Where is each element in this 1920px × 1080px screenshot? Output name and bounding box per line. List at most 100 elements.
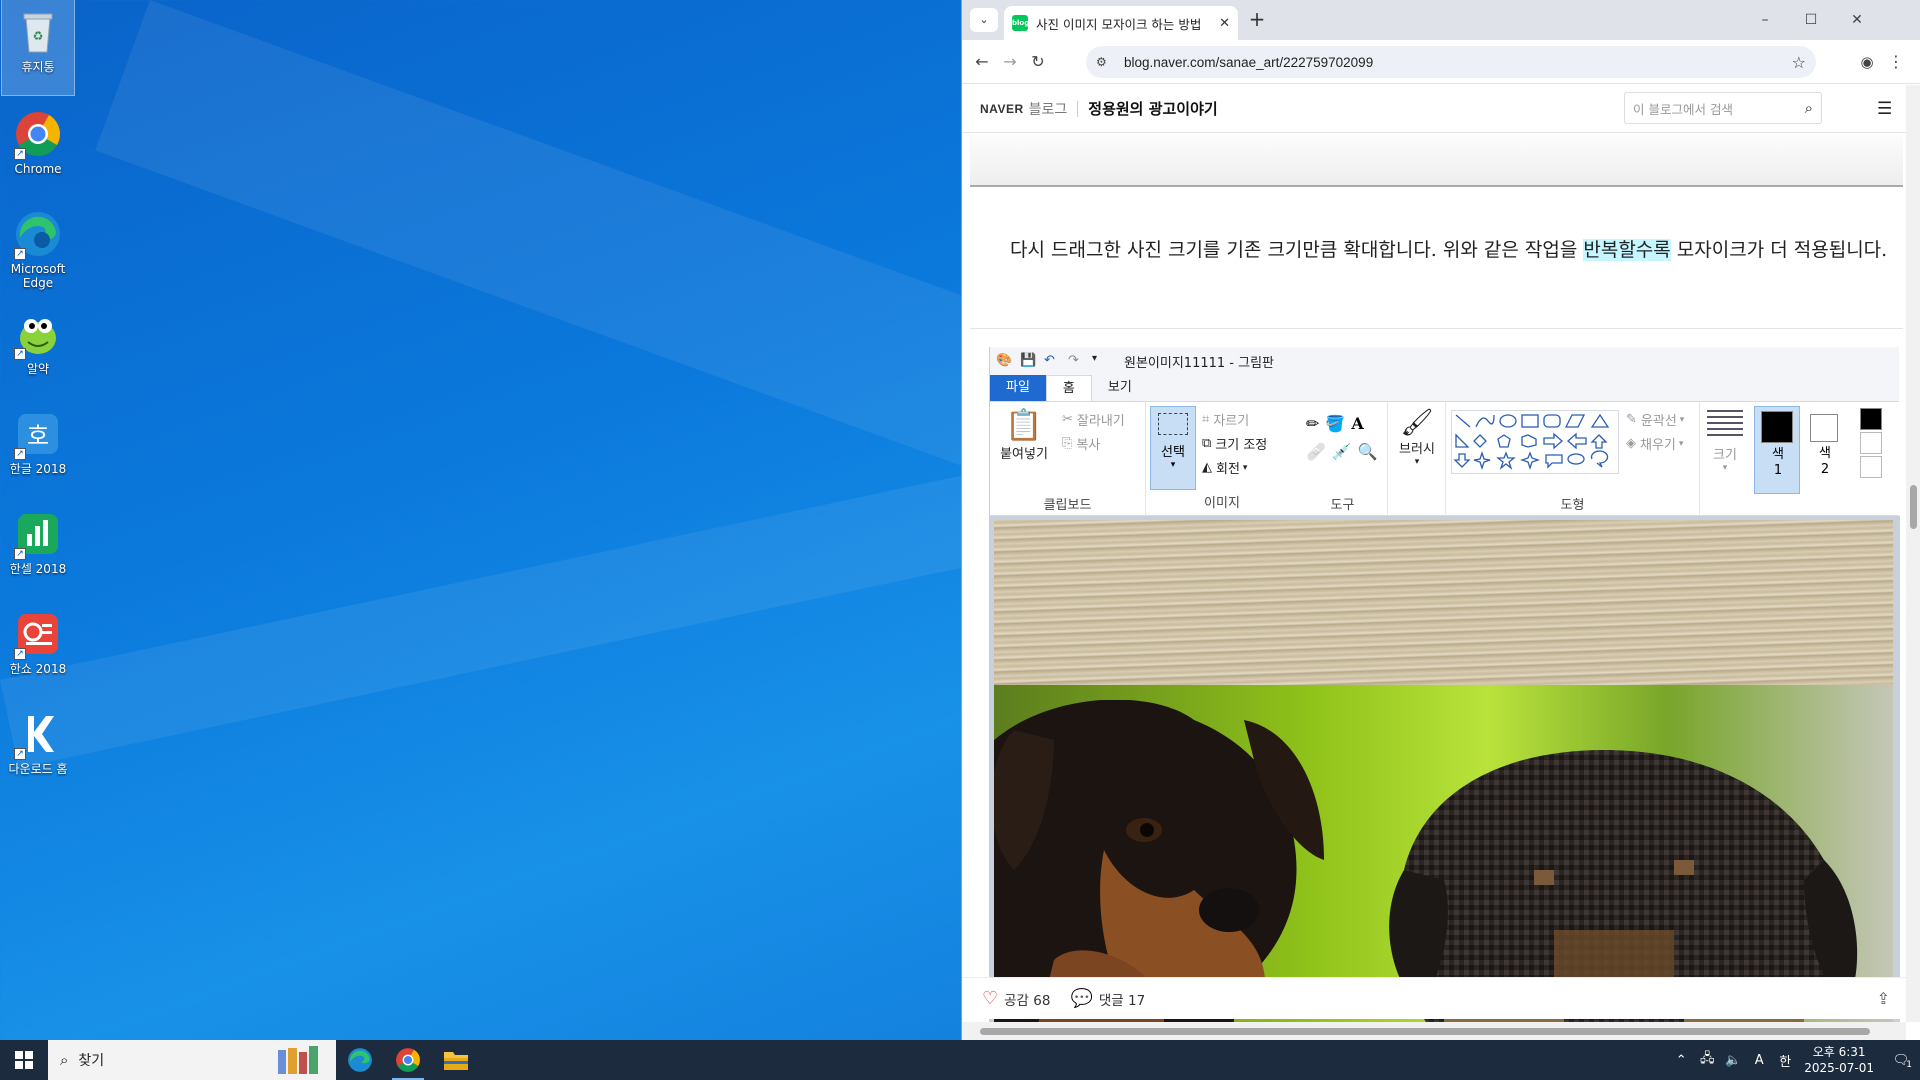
post-paragraph: 다시 드래그한 사진 크기를 기존 크기만큼 확대합니다. 위와 같은 작업을 … xyxy=(1010,239,1888,261)
chrome-icon xyxy=(396,1048,420,1072)
site-info-icon[interactable]: ⚙ xyxy=(1096,55,1114,69)
taskbar-edge[interactable] xyxy=(336,1040,384,1080)
desktop-icon-chrome[interactable]: ↗ Chrome xyxy=(2,102,74,197)
vertical-scroll-thumb[interactable] xyxy=(1910,485,1917,529)
crop-icon: ⌗ xyxy=(1202,412,1210,427)
undo-icon: ↶ xyxy=(1044,353,1055,368)
clipboard-icon: 📋 xyxy=(1005,408,1043,443)
horizontal-scrollbar[interactable] xyxy=(962,1022,1906,1040)
rotate-icon: ◭ xyxy=(1202,460,1212,475)
start-button[interactable] xyxy=(0,1040,48,1080)
desktop-icon-edge[interactable]: ↗ Microsoft Edge xyxy=(2,202,74,297)
fill-icon: ◈ xyxy=(1626,436,1636,451)
desktop-icon-label: Microsoft Edge xyxy=(10,262,66,290)
desktop-icon-label: 다운로드 홈 xyxy=(8,762,68,776)
taskbar-search-box[interactable]: ⌕ 찾기 xyxy=(48,1040,336,1080)
search-icon[interactable]: ⌕ xyxy=(1805,99,1813,117)
tab-search-button[interactable]: ⌄ xyxy=(970,8,998,32)
heart-icon: ♡ xyxy=(982,988,999,1009)
system-tray: ⌃ 🖧 🔈 A 한 오후 6:31 2025-07-01 🗨 1 xyxy=(1668,1040,1920,1080)
blog-search-input[interactable]: 이 블로그에서 검색 ⌕ xyxy=(1624,92,1822,124)
hangul-icon: 호 ↗ xyxy=(14,410,62,460)
browser-tab[interactable]: blog 사진 이미지 모자이크 하는 방법 ✕ xyxy=(1004,6,1238,40)
scissors-icon: ✂ xyxy=(1062,412,1073,427)
outline-icon: ✎ xyxy=(1626,412,1637,427)
svg-text:♻: ♻ xyxy=(33,29,44,43)
network-icon[interactable]: 🖧 xyxy=(1694,1049,1720,1071)
desktop-icon-hanshow[interactable]: ↗ 한쇼 2018 xyxy=(2,602,74,697)
outline-button: ✎ 윤곽선 ▾ xyxy=(1626,412,1685,429)
close-window-button[interactable]: ✕ xyxy=(1834,0,1880,40)
forward-icon[interactable]: → xyxy=(998,50,1022,74)
bookmark-star-icon[interactable]: ☆ xyxy=(1792,53,1806,72)
paint-screenshot[interactable]: 🎨 💾 ↶ ↷ ▾ 원본이미지11111 - 그림판 파일 홈 보기 📋 붙여넣… xyxy=(989,347,1900,1037)
taskbar-clock[interactable]: 오후 6:31 2025-07-01 xyxy=(1804,1044,1874,1076)
header-divider xyxy=(1077,100,1079,117)
hancell-icon: ↗ xyxy=(14,510,62,560)
palette-black xyxy=(1860,408,1882,430)
like-button[interactable]: ♡ 공감 68 xyxy=(982,988,1050,1009)
hamburger-menu-icon[interactable]: ☰ xyxy=(1877,99,1892,119)
shapes-group: ✎ 윤곽선 ▾ ◈ 채우기 ▾ 도형 xyxy=(1446,402,1700,517)
naver-logo[interactable]: NAVER xyxy=(980,102,1024,116)
share-icon[interactable]: ⇪ xyxy=(1877,989,1890,1008)
blog-link[interactable]: 블로그 xyxy=(1029,99,1068,119)
select-icon xyxy=(1158,413,1188,435)
new-tab-button[interactable]: + xyxy=(1244,8,1270,32)
copy-button: ⎘ 복사 xyxy=(1062,436,1101,453)
reload-icon[interactable]: ↻ xyxy=(1026,50,1050,74)
vertical-scrollbar[interactable] xyxy=(1906,85,1920,1022)
wood-plank xyxy=(994,520,1893,685)
paint-titlebar: 🎨 💾 ↶ ↷ ▾ 원본이미지11111 - 그림판 xyxy=(990,347,1899,375)
search-placeholder: 이 블로그에서 검색 xyxy=(1633,101,1733,117)
minimize-button[interactable]: – xyxy=(1742,0,1788,40)
desktop-icon-download-home[interactable]: ↗ 다운로드 홈 xyxy=(2,702,74,797)
desktop-icon-label: Chrome xyxy=(14,162,62,176)
tab-close-icon[interactable]: ✕ xyxy=(1219,16,1230,31)
taskbar-file-explorer[interactable] xyxy=(432,1040,480,1080)
search-highlight-illustration xyxy=(278,1046,318,1074)
volume-icon[interactable]: 🔈 xyxy=(1720,1053,1746,1068)
folder-icon xyxy=(444,1052,468,1070)
profile-icon[interactable]: ◉ xyxy=(1855,50,1879,74)
brush-group: 🖌 브러시 ▾ xyxy=(1388,402,1446,517)
reaction-bar: ♡ 공감 68 💬 댓글 17 ⇪ xyxy=(962,977,1906,1019)
paint-tab-home: 홈 xyxy=(1045,375,1092,401)
blog-name[interactable]: 정용원의 광고이야기 xyxy=(1088,98,1217,119)
color1-button: 색 1 xyxy=(1754,406,1800,494)
copy-icon: ⎘ xyxy=(1062,436,1073,451)
desktop-icon-label: 한글 2018 xyxy=(9,462,67,476)
taskbar-chrome[interactable] xyxy=(384,1040,432,1080)
brush-button: 🖌 브러시 ▾ xyxy=(1392,408,1442,467)
paint-canvas xyxy=(990,516,1900,1037)
back-icon[interactable]: ← xyxy=(970,50,994,74)
clock-date: 2025-07-01 xyxy=(1804,1061,1874,1075)
comment-button[interactable]: 💬 댓글 17 xyxy=(1070,988,1145,1009)
tray-overflow-icon[interactable]: ⌃ xyxy=(1668,1053,1694,1068)
url-text: blog.naver.com/sanae_art/222759702099 xyxy=(1124,54,1374,70)
hanshow-icon: ↗ xyxy=(14,610,62,660)
shapes-gallery xyxy=(1451,410,1619,474)
desktop-icon-hangul[interactable]: 호 ↗ 한글 2018 xyxy=(2,402,74,497)
ime-indicator[interactable]: A xyxy=(1746,1053,1772,1068)
notification-icon[interactable]: 🗨 1 xyxy=(1888,1053,1914,1070)
palette-white xyxy=(1860,432,1882,454)
ime-korean-icon[interactable]: 한 xyxy=(1772,1051,1798,1070)
address-bar[interactable]: ⚙ blog.naver.com/sanae_art/222759702099 … xyxy=(1086,46,1816,78)
clipboard-group: 📋 붙여넣기 ✂ 잘라내기 ⎘ 복사 클립보드 xyxy=(990,402,1146,517)
paint-ribbon: 📋 붙여넣기 ✂ 잘라내기 ⎘ 복사 클립보드 선택 ▾ ⌗ 자르기 ⧉ 크기 조정 ◭… xyxy=(990,401,1899,517)
previous-image-bottom xyxy=(970,135,1903,187)
maximize-button[interactable]: ☐ xyxy=(1788,0,1834,40)
horizontal-scroll-thumb[interactable] xyxy=(980,1028,1870,1035)
browser-window: ⌄ blog 사진 이미지 모자이크 하는 방법 ✕ + – ☐ ✕ ← → ↻… xyxy=(961,0,1920,1040)
menu-dots-icon[interactable]: ⋮ xyxy=(1884,50,1908,74)
desktop-icon-alyac[interactable]: ↗ 알약 xyxy=(2,302,74,397)
crop-button: ⌗ 자르기 xyxy=(1202,412,1250,429)
desktop-icon-recycle-bin[interactable]: ♻ 휴지통 xyxy=(1,0,75,96)
puppies-photo xyxy=(994,520,1893,1037)
paint-ribbon-tabs: 파일 홈 보기 xyxy=(990,375,1899,401)
palette-empty xyxy=(1860,456,1882,478)
highlighted-text: 반복할수록 xyxy=(1583,239,1671,261)
clock-time: 오후 6:31 xyxy=(1812,1045,1866,1059)
desktop-icon-hancell[interactable]: ↗ 한셀 2018 xyxy=(2,502,74,597)
